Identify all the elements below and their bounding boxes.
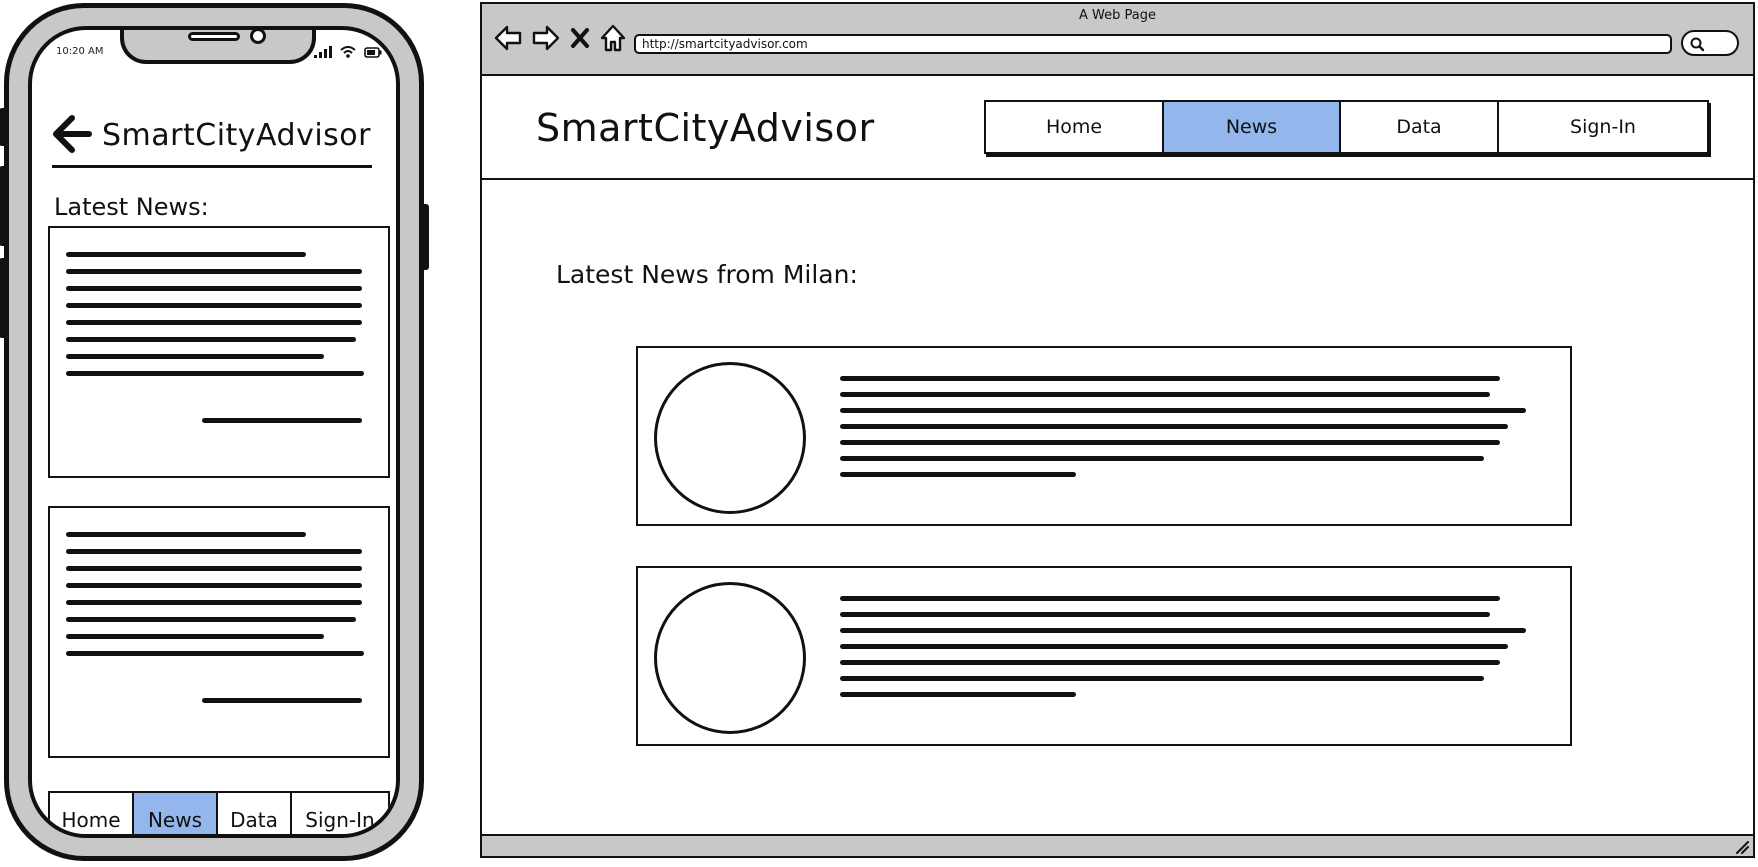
tab-data[interactable]: Data [1341,102,1499,152]
news-card-byline [202,698,362,715]
news-card[interactable] [636,566,1572,746]
arrow-left-icon[interactable] [52,114,92,154]
site-header: SmartCityAdvisor Home News Data Sign-In [482,76,1753,180]
address-bar[interactable]: http://smartcityadvisor.com [634,34,1672,54]
news-image-placeholder [654,362,806,514]
status-bar-icons [314,46,382,58]
wireframe-canvas: 10:20 AM SmartCityAdvisor Latest News: H… [0,0,1758,867]
phone-mute-switch [0,108,7,146]
phone-tab-sign-in[interactable]: Sign-In [292,793,388,834]
site-title: SmartCityAdvisor [536,106,875,150]
phone-news-card[interactable] [48,226,390,478]
arrow-left-icon[interactable] [494,25,522,51]
news-card-text [66,532,366,668]
phone-bottom-nav: Home News Data Sign-In [48,791,390,834]
browser-search-button[interactable] [1681,30,1739,56]
camera-icon [250,30,266,44]
browser-chrome: A Web Page http://smartcityadvisor.com [482,4,1753,76]
tab-sign-in[interactable]: Sign-In [1499,102,1707,152]
phone-frame: 10:20 AM SmartCityAdvisor Latest News: H… [0,3,429,861]
phone-notch [120,30,316,64]
phone-app-title: SmartCityAdvisor [102,118,371,153]
phone-tab-home[interactable]: Home [50,793,134,834]
news-card-text [66,252,366,388]
phone-power-button [421,204,429,270]
news-card-text [840,596,1530,708]
resize-grip-icon[interactable] [1733,838,1749,854]
close-icon[interactable] [570,26,590,50]
browser-window: A Web Page http://smartcityadvisor.com S… [480,2,1755,858]
battery-icon [364,47,382,58]
news-card-text [840,376,1530,488]
signal-icon [314,46,332,58]
phone-header: SmartCityAdvisor [52,108,372,168]
arrow-right-icon[interactable] [532,25,560,51]
tab-news[interactable]: News [1164,102,1341,152]
section-title: Latest News from Milan: [556,260,858,289]
status-time: 10:20 AM [56,46,104,57]
wifi-icon [340,46,356,58]
site-nav: Home News Data Sign-In [984,100,1709,154]
phone-tab-news[interactable]: News [134,793,218,834]
browser-status-bar [482,834,1753,856]
phone-screen: 10:20 AM SmartCityAdvisor Latest News: H… [28,26,400,838]
phone-section-title: Latest News: [54,193,209,221]
phone-volume-up-button [0,166,7,246]
phone-volume-down-button [0,258,7,338]
speaker-icon [188,32,240,41]
window-title: A Web Page [1079,8,1156,23]
search-icon [1690,37,1705,52]
home-icon[interactable] [600,24,626,52]
browser-nav-controls [494,24,626,52]
news-card-byline [202,418,362,435]
phone-tab-data[interactable]: Data [218,793,292,834]
phone-news-card[interactable] [48,506,390,758]
news-card[interactable] [636,346,1572,526]
tab-home[interactable]: Home [986,102,1164,152]
news-image-placeholder [654,582,806,734]
